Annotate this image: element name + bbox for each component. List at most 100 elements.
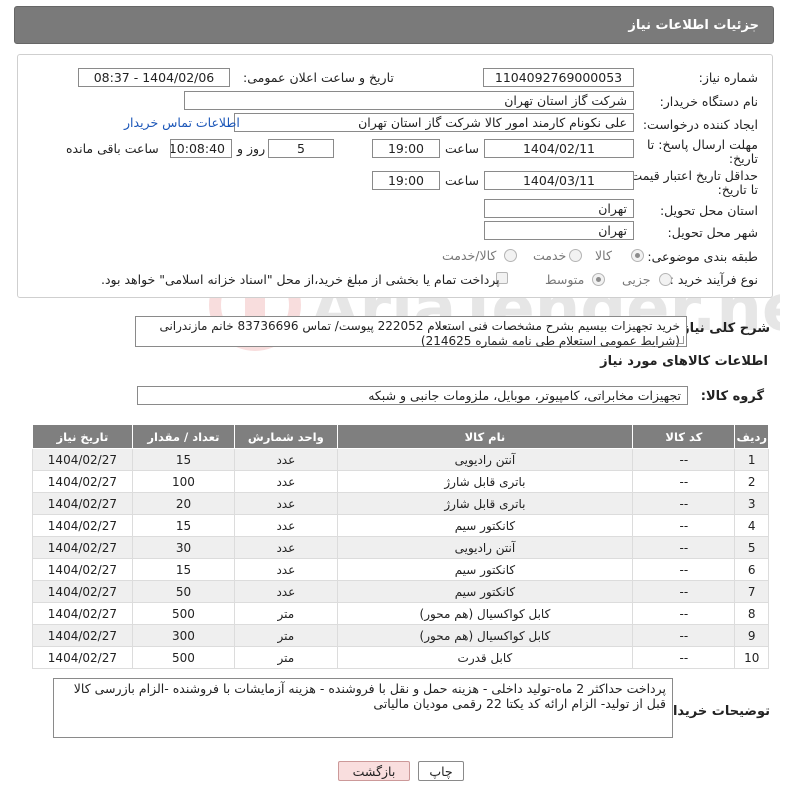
validity-label: حداقل تاریخ اعتبار قیمت:: [626, 168, 758, 183]
description-label: شرح کلی نیاز:: [676, 321, 770, 336]
remaining-time-field: 10:08:40: [170, 139, 232, 158]
category-option-goods: کالا: [595, 248, 612, 263]
process-radio-medium[interactable]: [592, 273, 605, 286]
buyer-org-label: نام دستگاه خریدار:: [659, 94, 758, 109]
print-button[interactable]: چاپ: [418, 761, 464, 781]
cell-row-number: 7: [734, 580, 769, 603]
process-option-medium: متوسط: [545, 272, 585, 287]
cell-need-date: 1404/02/27: [32, 558, 133, 581]
cell-quantity: 20: [131, 492, 236, 515]
col-quantity: تعداد / مقدار: [131, 424, 236, 449]
description-text: خرید تجهیزات بیسیم بشرح مشخصات فنی استعل…: [159, 319, 680, 348]
description-textarea[interactable]: خرید تجهیزات بیسیم بشرح مشخصات فنی استعل…: [135, 316, 687, 348]
category-radio-service[interactable]: [569, 249, 582, 262]
days-field: 5: [268, 139, 334, 158]
cell-unit: عدد: [234, 536, 338, 559]
cell-unit: عدد: [234, 448, 338, 471]
validity-time-label: ساعت: [445, 173, 480, 188]
validity-date-field: 1404/03/11: [484, 171, 634, 190]
process-option-minor: جزیی: [622, 272, 651, 287]
city-field: تهران: [484, 221, 634, 240]
remaining-label: ساعت باقی مانده: [66, 141, 159, 156]
cell-item-code: --: [632, 580, 736, 603]
province-label: استان محل تحویل:: [659, 203, 758, 218]
resize-grip-icon[interactable]: [676, 336, 684, 344]
cell-item-name: کابل قدرت: [336, 646, 634, 669]
cell-item-code: --: [632, 602, 736, 625]
goods-section-title: اطلاعات کالاهای مورد نیاز: [600, 354, 768, 369]
cell-need-date: 1404/02/27: [32, 514, 133, 537]
need-number-label: شماره نیاز:: [698, 70, 758, 85]
table-row: 7 -- کانکتور سیم عدد 50 1404/02/27: [32, 580, 769, 603]
col-unit: واحد شمارش: [234, 424, 338, 449]
cell-need-date: 1404/02/27: [32, 602, 133, 625]
cell-item-name: کابل کواکسیال (هم محور): [336, 602, 634, 625]
items-table: ردیف کد کالا نام کالا واحد شمارش تعداد /…: [32, 424, 769, 669]
cell-item-code: --: [632, 536, 736, 559]
need-number-field: 1104092769000053: [483, 68, 634, 87]
buyer-contact-link[interactable]: اطلاعات تماس خریدار: [124, 115, 240, 130]
cell-need-date: 1404/02/27: [32, 646, 133, 669]
cell-unit: عدد: [234, 470, 338, 493]
announce-label: تاریخ و ساعت اعلان عمومی:: [243, 70, 394, 85]
cell-item-name: آنتن رادیویی: [336, 448, 634, 471]
cell-unit: عدد: [234, 558, 338, 581]
goods-group-field: تجهیزات مخابراتی، کامپیوتر، موبایل، ملزو…: [137, 386, 688, 405]
cell-item-name: آنتن رادیویی: [336, 536, 634, 559]
category-label: طبقه بندی موضوعی:: [647, 249, 758, 264]
table-row: 4 -- کانکتور سیم عدد 15 1404/02/27: [32, 514, 769, 537]
reply-time-field: 19:00: [372, 139, 440, 158]
cell-need-date: 1404/02/27: [32, 536, 133, 559]
reply-date-field: 1404/02/11: [484, 139, 634, 158]
cell-unit: متر: [234, 624, 338, 647]
cell-item-code: --: [632, 558, 736, 581]
table-row: 8 -- کابل کواکسیال (هم محور) متر 500 1404/02/…: [32, 602, 769, 625]
cell-row-number: 5: [734, 536, 769, 559]
cell-quantity: 50: [131, 580, 236, 603]
cell-item-name: کانکتور سیم: [336, 514, 634, 537]
cell-row-number: 10: [734, 646, 769, 669]
buyer-notes-textarea[interactable]: پرداخت حداکثر 2 ماه-تولید داخلی - هزینه …: [53, 678, 673, 738]
table-row: 6 -- کانکتور سیم عدد 15 1404/02/27: [32, 558, 769, 581]
reply-time-label: ساعت: [445, 141, 480, 156]
cell-quantity: 500: [131, 602, 236, 625]
table-row: 1 -- آنتن رادیویی عدد 15 1404/02/27: [32, 448, 769, 471]
category-radio-goods-service[interactable]: [504, 249, 517, 262]
col-item-name: نام کالا: [336, 424, 634, 449]
category-radio-goods[interactable]: [631, 249, 644, 262]
payment-note: پرداخت تمام یا بخشی از مبلغ خرید،از محل …: [101, 272, 500, 287]
cell-row-number: 2: [734, 470, 769, 493]
category-option-service: خدمت: [533, 248, 567, 263]
province-field: تهران: [484, 199, 634, 218]
goods-group-label: گروه کالا:: [700, 389, 764, 404]
reply-deadline-label-2: تاریخ:: [728, 151, 758, 166]
cell-unit: متر: [234, 602, 338, 625]
back-button[interactable]: بازگشت: [338, 761, 410, 781]
cell-quantity: 15: [131, 514, 236, 537]
page-title: جزئیات اطلاعات نیاز: [628, 17, 759, 33]
cell-row-number: 9: [734, 624, 769, 647]
creator-field: علی نکونام کارمند امور کالا شرکت گاز است…: [234, 113, 634, 132]
process-radio-minor[interactable]: [659, 273, 672, 286]
cell-quantity: 15: [131, 558, 236, 581]
table-row: 10 -- کابل قدرت متر 500 1404/02/27: [32, 646, 769, 669]
cell-quantity: 500: [131, 646, 236, 669]
table-row: 9 -- کابل کواکسیال (هم محور) متر 300 1404/02/…: [32, 624, 769, 647]
cell-item-name: باتری قابل شارژ: [336, 492, 634, 515]
table-row: 5 -- آنتن رادیویی عدد 30 1404/02/27: [32, 536, 769, 559]
col-item-code: کد کالا: [632, 424, 736, 449]
cell-item-name: کانکتور سیم: [336, 558, 634, 581]
page-header: جزئیات اطلاعات نیاز: [14, 6, 774, 44]
days-label: روز و: [237, 141, 266, 156]
cell-item-name: کانکتور سیم: [336, 580, 634, 603]
process-label: نوع فرآیند خرید :: [669, 272, 758, 287]
validity-time-field: 19:00: [372, 171, 440, 190]
cell-need-date: 1404/02/27: [32, 492, 133, 515]
cell-need-date: 1404/02/27: [32, 624, 133, 647]
cell-item-code: --: [632, 624, 736, 647]
buyer-notes-label: توضیحات خریدار:: [660, 704, 770, 719]
cell-quantity: 300: [131, 624, 236, 647]
cell-unit: متر: [234, 646, 338, 669]
buyer-notes-text: پرداخت حداکثر 2 ماه-تولید داخلی - هزینه …: [73, 681, 666, 711]
cell-quantity: 30: [131, 536, 236, 559]
